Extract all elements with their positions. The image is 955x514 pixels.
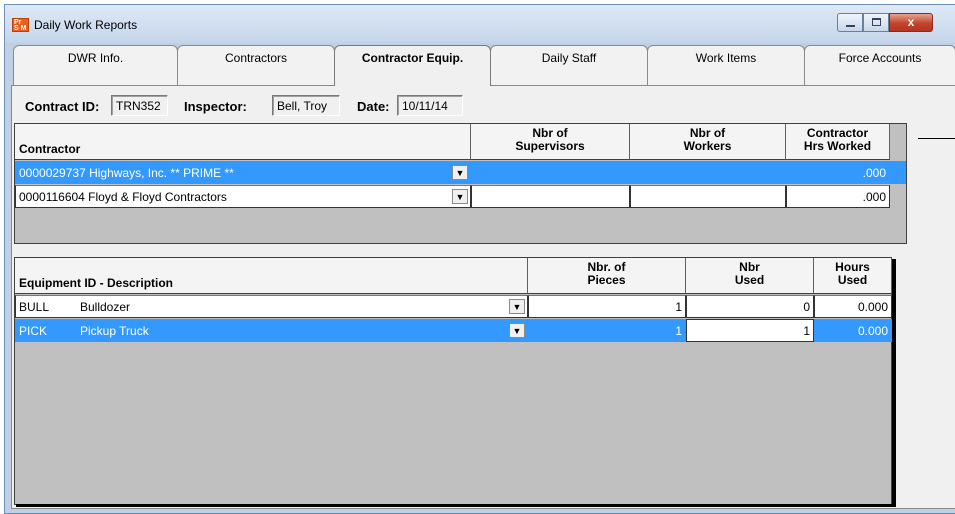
maximize-button[interactable] (863, 13, 889, 32)
equipment-id: PICK (19, 324, 48, 338)
tab-content: Contract ID: TRN352 Inspector: Bell, Tro… (11, 85, 955, 509)
equipment-row[interactable]: PICK Pickup Truck ▼ 1 1 0.000 (15, 319, 892, 342)
col-pieces[interactable]: Nbr. of Pieces (528, 258, 686, 294)
contractor-cell[interactable]: 0000029737 Highways, Inc. ** PRIME ** (15, 161, 471, 184)
equipment-grid: Equipment ID - Description Nbr. of Piece… (14, 257, 892, 505)
tab-label: Daily Staff (541, 51, 597, 65)
row-end-cell (890, 161, 906, 184)
pieces-cell[interactable]: 1 (528, 319, 686, 342)
tab-daily-staff[interactable]: Daily Staff (490, 45, 648, 85)
equipment-id: BULL (19, 300, 50, 314)
col-contractor-label: Contractor (19, 142, 81, 156)
workers-cell[interactable] (630, 185, 786, 208)
col-pieces-line1: Nbr. of (587, 260, 626, 274)
contractor-row[interactable]: 0000029737 Highways, Inc. ** PRIME ** ▼ … (15, 161, 906, 184)
col-hours-line1: Hours (835, 260, 870, 274)
equipment-row[interactable]: BULL Bulldozer ▼ 1 0 0.000 (15, 295, 892, 318)
tab-force-accounts[interactable]: Force Accounts (804, 45, 955, 85)
tab-contractor-equip[interactable]: Contractor Equip. (334, 45, 491, 86)
equipment-cell[interactable]: BULL Bulldozer (15, 295, 528, 318)
contractor-name: 0000116604 Floyd & Floyd Contractors (19, 190, 227, 204)
col-contractor[interactable]: Contractor (15, 124, 471, 160)
col-nbr-used[interactable]: Nbr Used (686, 258, 814, 294)
pieces-cell[interactable]: 1 (528, 295, 686, 318)
close-icon: x (907, 15, 915, 29)
minimize-icon (846, 25, 855, 27)
date-field[interactable]: 10/11/14 (397, 95, 463, 116)
app-logo-icon: Pr S M (12, 18, 29, 32)
col-workers-line2: Workers (683, 139, 732, 153)
tab-label: Contractor Equip. (361, 51, 464, 65)
nbr-used-cell[interactable]: 1 (686, 319, 814, 342)
col-nbr-used-line1: Nbr (739, 260, 760, 274)
workers-cell[interactable] (630, 161, 786, 184)
contractor-grid: Contractor Nbr of Supervisors Nbr of Wor… (14, 123, 907, 244)
hrs-worked-cell[interactable]: .000 (786, 185, 890, 208)
col-workers-line1: Nbr of (689, 126, 726, 140)
contract-id-label: Contract ID: (25, 99, 100, 114)
app-window: Pr S M Daily Work Reports x DWR Info. Co… (4, 4, 955, 514)
chevron-down-icon[interactable]: ▼ (452, 165, 468, 180)
equipment-description: Bulldozer (80, 300, 131, 314)
close-button[interactable]: x (889, 13, 933, 32)
window-title: Daily Work Reports (34, 18, 138, 32)
col-workers[interactable]: Nbr of Workers (630, 124, 786, 160)
col-supervisors-line2: Supervisors (515, 139, 585, 153)
nbr-used-cell[interactable]: 0 (686, 295, 814, 318)
contractor-cell[interactable]: 0000116604 Floyd & Floyd Contractors (15, 185, 471, 208)
col-supervisors[interactable]: Nbr of Supervisors (471, 124, 630, 160)
inspector-label: Inspector: (184, 99, 247, 114)
chevron-down-icon[interactable]: ▼ (509, 299, 525, 314)
col-equipment[interactable]: Equipment ID - Description (15, 258, 528, 294)
tab-label: Contractors (224, 51, 288, 65)
hours-used-cell[interactable]: 0.000 (814, 295, 892, 318)
contractor-name: 0000029737 Highways, Inc. ** PRIME ** (19, 166, 234, 180)
tab-label: Work Items (695, 51, 757, 65)
date-label: Date: (357, 99, 390, 114)
col-hours-used[interactable]: Hours Used (814, 258, 892, 294)
maximize-icon (872, 18, 881, 26)
tab-work-items[interactable]: Work Items (647, 45, 805, 85)
contractor-row[interactable]: 0000116604 Floyd & Floyd Contractors ▼ .… (15, 185, 890, 208)
grid-shadow-bottom (16, 504, 896, 507)
tab-dwr-info[interactable]: DWR Info. (13, 45, 178, 85)
col-hrs-line1: Contractor (806, 126, 869, 140)
equipment-description: Pickup Truck (80, 324, 149, 338)
col-hours-line2: Used (837, 273, 868, 287)
tab-strip: DWR Info. Contractors Contractor Equip. … (11, 45, 955, 86)
col-hrs-line2: Hrs Worked (803, 139, 872, 153)
col-equipment-label: Equipment ID - Description (19, 276, 174, 290)
inspector-field[interactable]: Bell, Troy (272, 95, 340, 116)
equipment-cell[interactable]: PICK Pickup Truck (15, 319, 528, 342)
contract-id-field[interactable]: TRN352 (111, 95, 168, 116)
tab-label: DWR Info. (67, 51, 124, 65)
col-nbr-used-line2: Used (734, 273, 765, 287)
tab-label: Force Accounts (838, 51, 922, 65)
col-supervisors-line1: Nbr of (532, 126, 568, 140)
supervisors-cell[interactable] (471, 185, 630, 208)
hrs-worked-cell[interactable]: .000 (786, 161, 890, 184)
grid-shadow-right (892, 259, 896, 506)
col-pieces-line2: Pieces (587, 273, 626, 287)
minimize-button[interactable] (837, 13, 863, 32)
chevron-down-icon[interactable]: ▼ (452, 189, 468, 204)
hours-used-cell[interactable]: 0.000 (814, 319, 892, 342)
title-bar[interactable]: Pr S M Daily Work Reports x (5, 5, 955, 43)
tab-contractors[interactable]: Contractors (177, 45, 335, 85)
logo-text-bottom: S M (14, 25, 27, 32)
col-hrs-worked[interactable]: Contractor Hrs Worked (786, 124, 890, 160)
supervisors-cell[interactable] (471, 161, 630, 184)
chevron-down-icon[interactable]: ▼ (509, 323, 525, 338)
divider-line (918, 138, 955, 139)
